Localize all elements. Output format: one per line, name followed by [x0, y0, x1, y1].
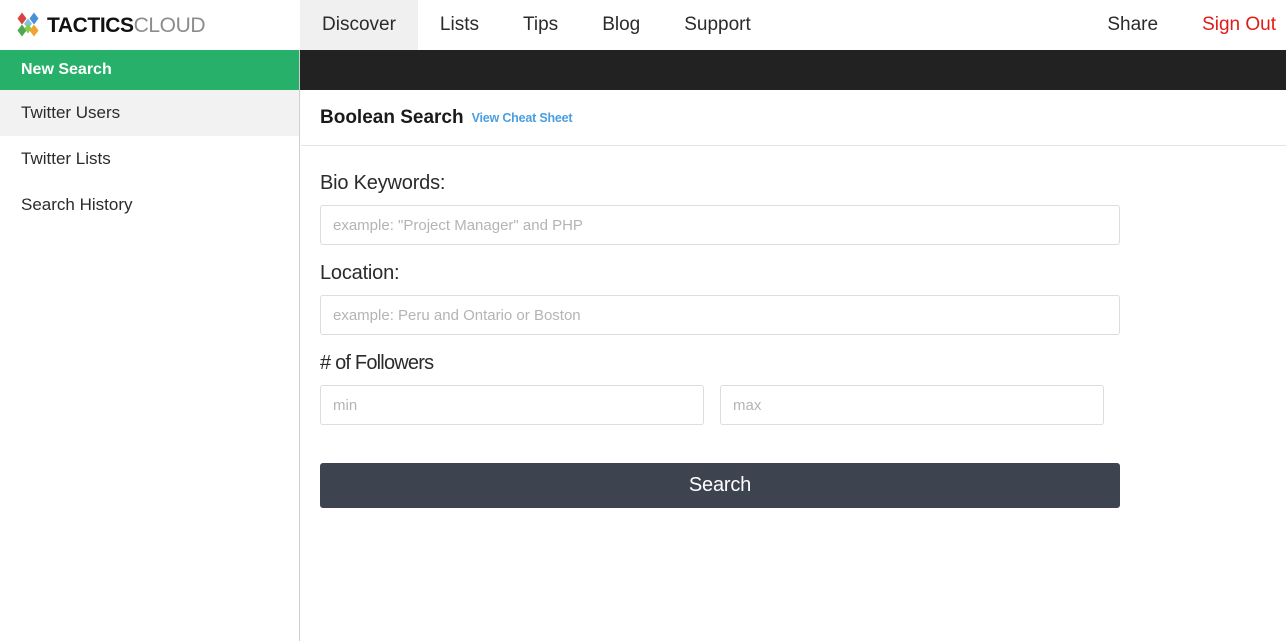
search-submit-button[interactable]: Search	[320, 463, 1120, 508]
sign-out-button[interactable]: Sign Out	[1180, 0, 1286, 50]
brand-logo[interactable]: TACTICSCLOUD	[0, 0, 300, 50]
top-header: TACTICSCLOUD Discover Lists Tips Blog Su…	[0, 0, 1286, 50]
location-input[interactable]	[320, 295, 1120, 335]
boolean-search-form: Bio Keywords: Location: # of Followers S…	[301, 146, 1286, 508]
nav-item-support[interactable]: Support	[662, 0, 773, 50]
main-content: Boolean Search View Cheat Sheet Bio Keyw…	[301, 90, 1286, 641]
brand-wordmark: TACTICSCLOUD	[47, 13, 206, 37]
sidebar-item-new-search[interactable]: New Search	[0, 50, 299, 90]
bio-keywords-input[interactable]	[320, 205, 1120, 245]
location-field: Location:	[320, 262, 1267, 335]
nav-item-lists[interactable]: Lists	[418, 0, 501, 50]
followers-max-input[interactable]	[720, 385, 1104, 425]
view-cheat-sheet-link[interactable]: View Cheat Sheet	[472, 111, 573, 125]
account-nav: Share Sign Out	[1085, 0, 1286, 50]
nav-item-blog[interactable]: Blog	[580, 0, 662, 50]
main-nav: Discover Lists Tips Blog Support	[300, 0, 773, 50]
brand-name-light: CLOUD	[133, 13, 206, 37]
share-button[interactable]: Share	[1085, 0, 1180, 50]
sidebar: New Search Twitter Users Twitter Lists S…	[0, 50, 300, 641]
panel-header: Boolean Search View Cheat Sheet	[301, 90, 1286, 146]
sidebar-item-twitter-users[interactable]: Twitter Users	[0, 90, 299, 136]
content-top-strip	[300, 50, 1286, 90]
sidebar-item-search-history[interactable]: Search History	[0, 182, 299, 228]
followers-range-row	[320, 385, 1120, 425]
followers-label: # of Followers	[320, 352, 434, 374]
sidebar-item-twitter-lists[interactable]: Twitter Lists	[0, 136, 299, 182]
followers-min-input[interactable]	[320, 385, 704, 425]
nav-item-discover[interactable]: Discover	[300, 0, 418, 50]
location-label: Location:	[320, 262, 400, 284]
followers-field: # of Followers	[320, 352, 1267, 425]
brand-name-bold: TACTICS	[47, 13, 134, 37]
bio-keywords-field: Bio Keywords:	[320, 172, 1267, 245]
page-title: Boolean Search	[320, 106, 464, 128]
bio-keywords-label: Bio Keywords:	[320, 172, 446, 194]
nav-item-tips[interactable]: Tips	[501, 0, 580, 50]
diamond-cluster-logo-icon	[14, 12, 42, 38]
